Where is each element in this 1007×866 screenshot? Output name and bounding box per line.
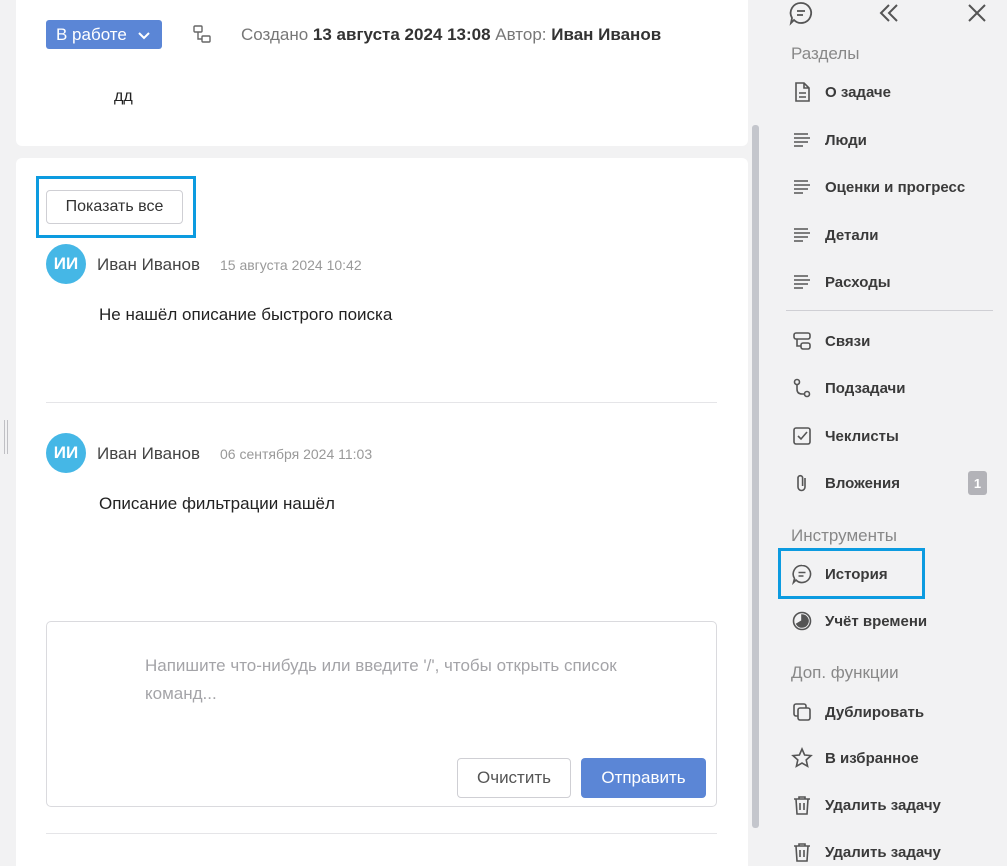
chevron-down-icon: [138, 31, 150, 39]
sidebar-item-label: Удалить задачу: [825, 843, 941, 861]
task-description: дд: [114, 88, 133, 105]
comment-author: Иван Иванов: [97, 255, 201, 274]
sidebar-item-about[interactable]: О задаче: [791, 77, 891, 107]
sidebar-item-label: Подзадачи: [825, 379, 906, 397]
sidebar-item-label: О задаче: [825, 83, 891, 101]
status-label: В работе: [56, 24, 127, 44]
sidebar-item-label: Вложения: [825, 474, 900, 492]
sidebar-item-duplicate[interactable]: Дублировать: [791, 697, 924, 727]
avatar: ИИ: [46, 433, 86, 473]
author-name: Иван Иванов: [551, 25, 662, 44]
hierarchy-icon[interactable]: [192, 24, 212, 44]
sidebar-item-label: Дублировать: [825, 703, 925, 721]
sidebar-item-label: Связи: [825, 332, 871, 350]
sidebar-item-estimates[interactable]: Оценки и прогресс: [791, 172, 965, 202]
checkbox-icon: [793, 427, 811, 445]
created-prefix: Создано: [241, 25, 309, 44]
links-icon: [793, 332, 811, 350]
comment-text: Описание фильтрации нашёл: [99, 494, 335, 513]
clock-pie-icon: [792, 611, 812, 631]
comment-editor[interactable]: Напишите что-нибудь или введите '/', что…: [46, 621, 717, 807]
sidebar-item-delete[interactable]: Удалить задачу: [791, 790, 941, 820]
sidebar-item-subtasks[interactable]: Подзадачи: [791, 373, 905, 403]
task-main-panel: В работе Создано 13 августа 2024 13:08 А…: [0, 0, 748, 866]
attachments-count-badge: 1: [968, 471, 987, 495]
sidebar-item-label: Люди: [825, 131, 867, 149]
sidebar-item-label: Оценки и прогресс: [825, 178, 966, 196]
author-prefix: Автор:: [495, 25, 547, 44]
lines-icon: [794, 275, 810, 289]
trash-icon: [794, 796, 810, 815]
comment-date: 06 сентября 2024 11:03: [220, 446, 373, 462]
sidebar-separator: [786, 310, 993, 311]
sidebar-item-label: Детали: [825, 226, 879, 244]
star-icon: [791, 747, 813, 768]
send-button[interactable]: Отправить: [581, 758, 706, 798]
paperclip-icon: [797, 474, 806, 492]
highlight-history: [778, 548, 925, 599]
editor-placeholder[interactable]: Напишите что-нибудь или введите '/', что…: [145, 652, 685, 708]
lines-icon: [794, 228, 810, 242]
comment-date: 15 августа 2024 10:42: [220, 257, 362, 273]
sidebar-item-label: Удалить задачу: [825, 796, 941, 814]
lines-icon: [794, 180, 810, 194]
sidebar-item-details[interactable]: Детали: [791, 220, 878, 250]
comment-author: Иван Иванов: [97, 444, 201, 463]
sidebar-item-label: Расходы: [825, 273, 891, 291]
collapse-icon[interactable]: [876, 0, 902, 26]
status-dropdown[interactable]: В работе: [46, 20, 162, 49]
clear-button[interactable]: Очистить: [457, 758, 571, 798]
scrollbar[interactable]: [752, 125, 759, 828]
comment-divider: [46, 402, 717, 403]
close-icon[interactable]: [964, 0, 990, 26]
sidebar-item-delete[interactable]: Удалить задачу: [791, 837, 941, 866]
document-icon: [795, 82, 810, 102]
extra-title: Доп. функции: [791, 663, 899, 682]
bottom-divider: [46, 833, 717, 834]
subtasks-icon: [793, 378, 811, 398]
sidebar-item-label: Учёт времени: [825, 612, 928, 630]
trash-icon: [794, 843, 810, 862]
sections-title: Разделы: [791, 44, 860, 63]
comment-text: Не нашёл описание быстрого поиска: [99, 305, 393, 324]
sidebar-item-checklists[interactable]: Чеклисты: [791, 421, 899, 451]
task-meta: Создано 13 августа 2024 13:08 Автор: Ива…: [241, 25, 661, 45]
highlight-show-all: [36, 176, 196, 238]
sidebar-item-time-tracking[interactable]: Учёт времени: [791, 606, 927, 636]
sidebar-item-expenses[interactable]: Расходы: [791, 267, 891, 297]
lines-icon: [794, 133, 810, 147]
created-date: 13 августа 2024 13:08: [312, 25, 491, 44]
sidebar-item-people[interactable]: Люди: [791, 125, 867, 155]
sidebar-item-favorite[interactable]: В избранное: [791, 743, 919, 773]
sidebar-item-label: В избранное: [825, 749, 919, 767]
sidebar-item-links[interactable]: Связи: [791, 326, 870, 356]
chat-icon[interactable]: [788, 0, 814, 26]
avatar: ИИ: [46, 244, 86, 284]
task-sidebar: Разделы О задаче Люди Оценки и прогресс …: [760, 0, 1007, 866]
resize-handle[interactable]: [3, 420, 9, 454]
copy-icon: [793, 703, 811, 721]
sidebar-item-label: Чеклисты: [825, 427, 899, 445]
sidebar-item-attachments[interactable]: Вложения: [791, 468, 900, 498]
tools-title: Инструменты: [791, 526, 898, 545]
